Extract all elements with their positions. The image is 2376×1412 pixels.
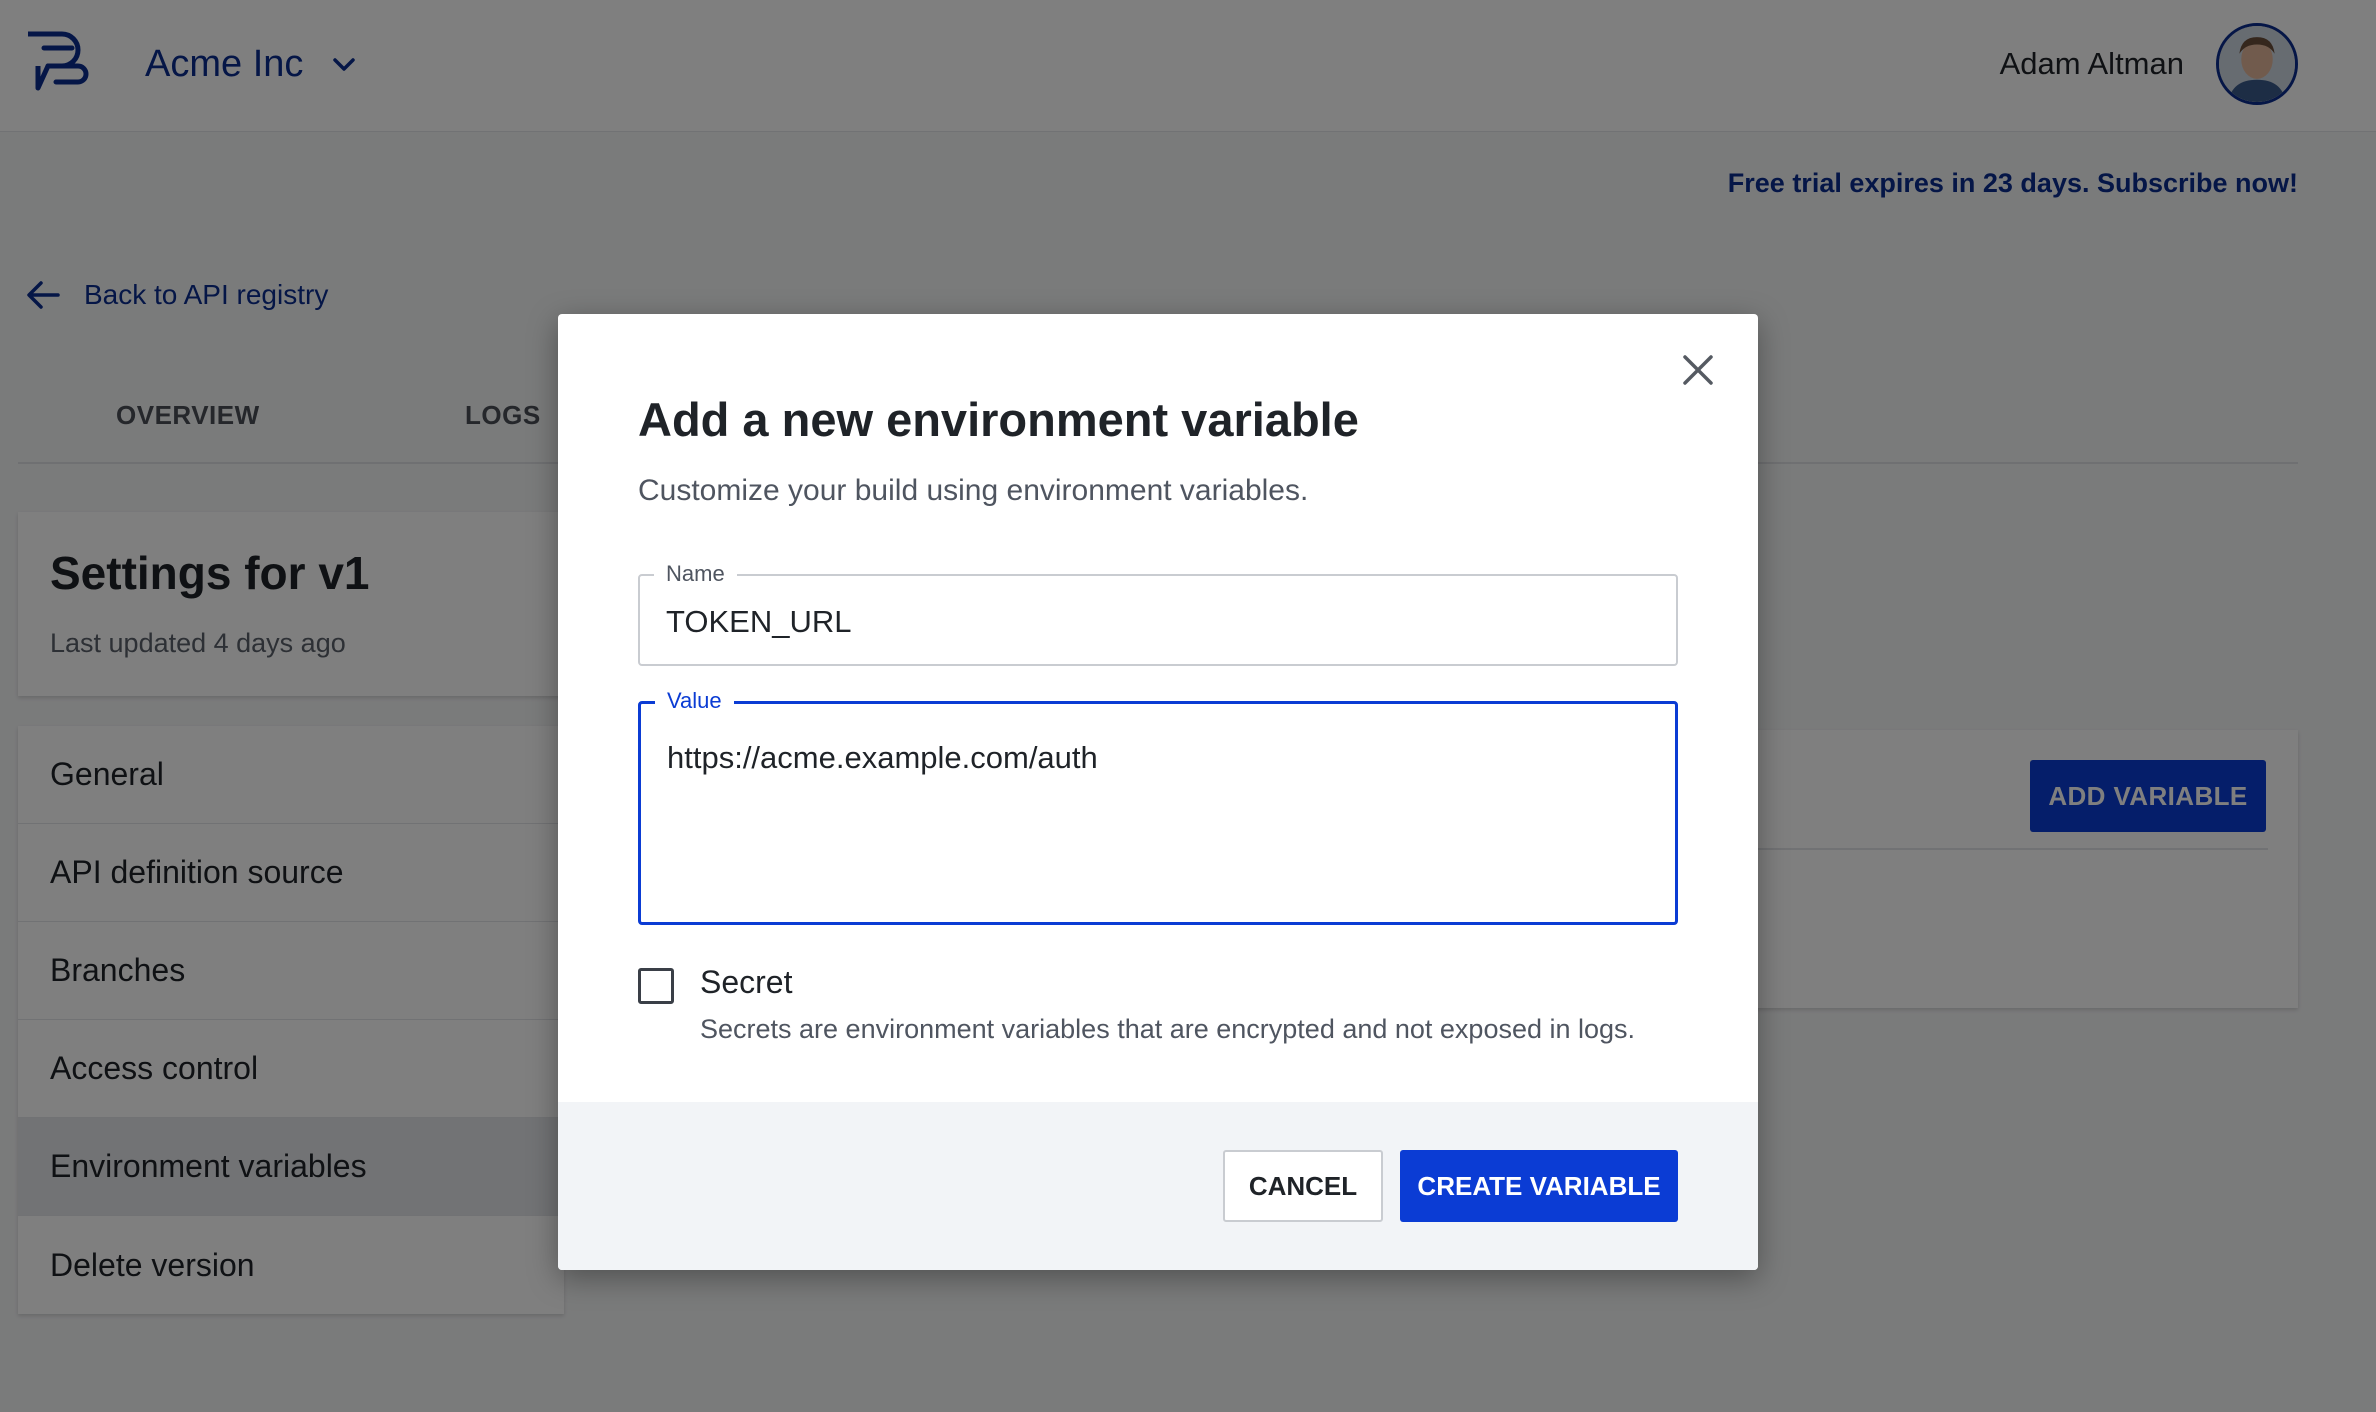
close-icon [1683, 355, 1713, 385]
value-field-label: Value [655, 688, 734, 714]
name-field[interactable]: Name TOKEN_URL [638, 561, 1678, 666]
create-variable-button[interactable]: CREATE VARIABLE [1400, 1150, 1678, 1222]
dialog-subtitle: Customize your build using environment v… [638, 474, 1309, 507]
name-input[interactable]: TOKEN_URL [666, 604, 852, 640]
page: Acme Inc Adam Altman Free trial expires … [0, 0, 2376, 1412]
secret-help-text: Secrets are environment variables that a… [700, 1014, 1636, 1044]
secret-checkbox[interactable] [638, 968, 674, 1004]
value-textarea[interactable]: https://acme.example.com/auth [667, 740, 1098, 776]
secret-label[interactable]: Secret [700, 964, 792, 1001]
dialog-title: Add a new environment variable [638, 393, 1359, 446]
dialog-footer: CANCEL CREATE VARIABLE [558, 1102, 1758, 1270]
close-button[interactable] [1668, 340, 1728, 400]
add-env-variable-dialog: Add a new environment variable Customize… [558, 314, 1758, 1270]
name-field-label: Name [654, 561, 737, 587]
value-field[interactable]: Value https://acme.example.com/auth [638, 688, 1678, 925]
cancel-button[interactable]: CANCEL [1223, 1150, 1383, 1222]
